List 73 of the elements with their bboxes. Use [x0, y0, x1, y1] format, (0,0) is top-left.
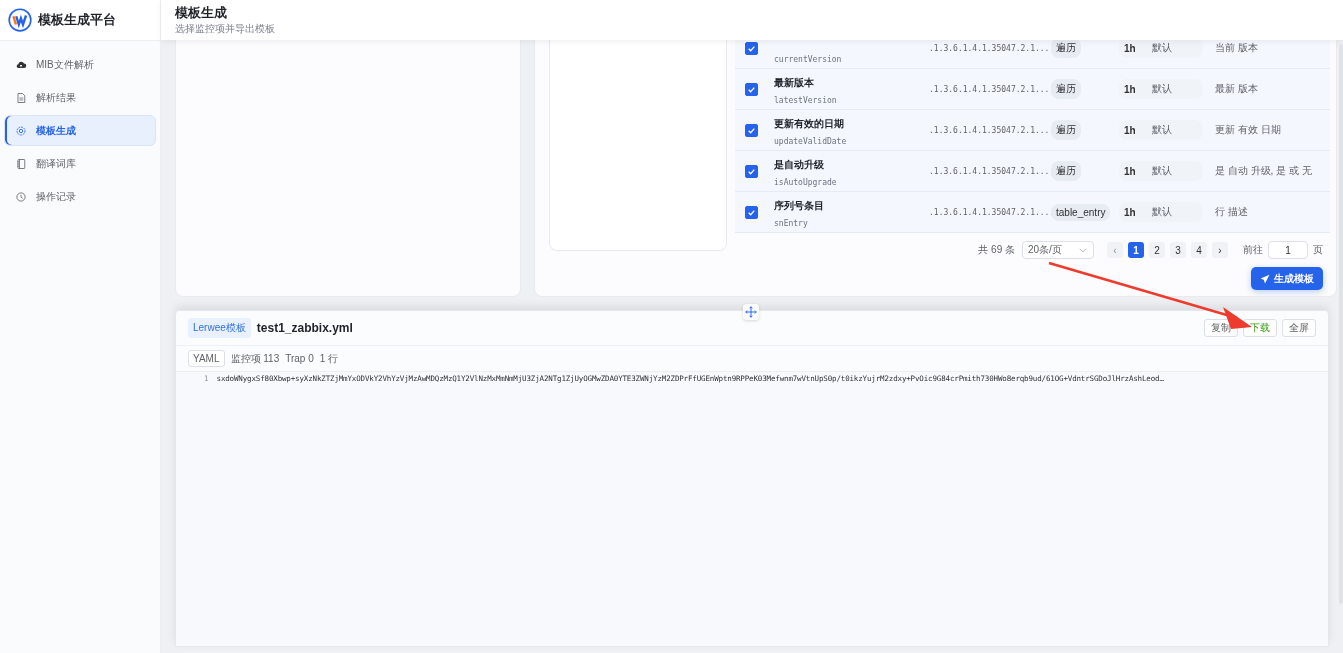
sidebar-item[interactable]: 解析结果: [4, 82, 156, 113]
toolbar-button[interactable]: 全屏: [1282, 319, 1316, 337]
type-tag: 遍历: [1051, 40, 1081, 58]
interval-field[interactable]: 1h 默认: [1119, 161, 1203, 181]
description-text: 是 自动 升级, 是 或 无: [1215, 164, 1312, 178]
checkbox[interactable]: [745, 82, 758, 96]
type-tag: 遍历: [1051, 161, 1081, 181]
oid-text: .1.3.6.1.4.1.35047.2.1....: [929, 125, 1051, 135]
interval-field[interactable]: 1h 默认: [1119, 202, 1203, 222]
goto-label: 前往: [1243, 243, 1263, 257]
description-text: 行 描述: [1215, 205, 1248, 219]
oid-text: .1.3.6.1.4.1.35047.2.1....: [929, 84, 1051, 94]
item-key: isAutoUpgrade: [774, 178, 929, 187]
page-subtitle: 选择监控项并导出模板: [175, 22, 276, 36]
description-text: 更新 有效 日期: [1215, 123, 1281, 137]
interval-field[interactable]: 1h 默认: [1119, 120, 1203, 140]
total-count: 共 69 条: [978, 243, 1015, 257]
template-tag: Lerwee模板: [188, 318, 251, 338]
toolbar-button[interactable]: 下载: [1243, 319, 1277, 337]
document-icon: [15, 91, 27, 104]
type-tag: 遍历: [1051, 79, 1081, 99]
item-key: currentVersion: [774, 55, 929, 64]
page-button[interactable]: 1: [1128, 242, 1144, 258]
settings-icon: [15, 124, 27, 137]
chevron-down-icon: [1078, 245, 1088, 255]
page-size-select[interactable]: 20条/页: [1022, 241, 1094, 259]
checkbox[interactable]: [745, 41, 758, 55]
stat-text: 监控项 113: [230, 351, 280, 366]
oid-text: .1.3.6.1.4.1.35047.2.1....: [929, 207, 1051, 217]
next-page-button[interactable]: ›: [1212, 242, 1228, 258]
check-icon: [747, 125, 756, 135]
interval-field[interactable]: 1h 默认: [1119, 40, 1203, 58]
format-tag: YAML: [188, 350, 225, 367]
page-title: 模板生成: [175, 4, 228, 22]
item-key: updateValidDate: [774, 137, 929, 146]
type-tag: 遍历: [1051, 120, 1081, 140]
sidebar-item[interactable]: 操作记录: [4, 181, 156, 212]
book-icon: [15, 157, 27, 170]
item-key: snEntry: [774, 219, 929, 228]
checkbox[interactable]: [745, 205, 758, 219]
oid-text: .1.3.6.1.4.1.35047.2.1....: [929, 43, 1051, 53]
checkbox[interactable]: [745, 123, 758, 137]
sidebar-item[interactable]: MIB文件解析: [4, 49, 156, 80]
check-icon: [747, 166, 756, 176]
page-suffix: 页: [1313, 243, 1323, 257]
page-button[interactable]: 4: [1191, 242, 1207, 258]
check-icon: [747, 207, 756, 217]
type-tag: table_entry: [1051, 203, 1111, 221]
checkbox[interactable]: [745, 164, 758, 178]
page-input[interactable]: 1: [1268, 241, 1308, 259]
check-icon: [747, 84, 756, 94]
file-name: test1_zabbix.yml: [256, 321, 353, 335]
generate-button[interactable]: 生成模板: [1251, 267, 1323, 290]
item-key: latestVersion: [774, 96, 929, 105]
page-button[interactable]: 2: [1149, 242, 1165, 258]
item-name: 是自动升级: [774, 158, 825, 172]
item-name: 最新版本: [774, 76, 815, 90]
oid-text: .1.3.6.1.4.1.35047.2.1....: [929, 166, 1051, 176]
check-icon: [747, 43, 756, 53]
interval-field[interactable]: 1h 默认: [1119, 79, 1203, 99]
page-button[interactable]: 3: [1170, 242, 1186, 258]
sidebar-item[interactable]: 翻译词库: [4, 148, 156, 179]
logo-icon: [8, 8, 32, 32]
stat-text: 1 行: [319, 351, 339, 366]
item-name: 序列号条目: [774, 199, 825, 213]
send-icon: [1260, 273, 1270, 284]
description-text: 最新 版本: [1215, 82, 1258, 96]
stat-text: Trap 0: [285, 353, 314, 364]
item-name: 更新有效的日期: [774, 117, 845, 131]
sidebar-item[interactable]: 模板生成: [4, 115, 156, 146]
app-title: 模板生成平台: [38, 11, 116, 29]
clock-icon: [15, 190, 27, 203]
description-text: 当前 版本: [1215, 41, 1258, 55]
